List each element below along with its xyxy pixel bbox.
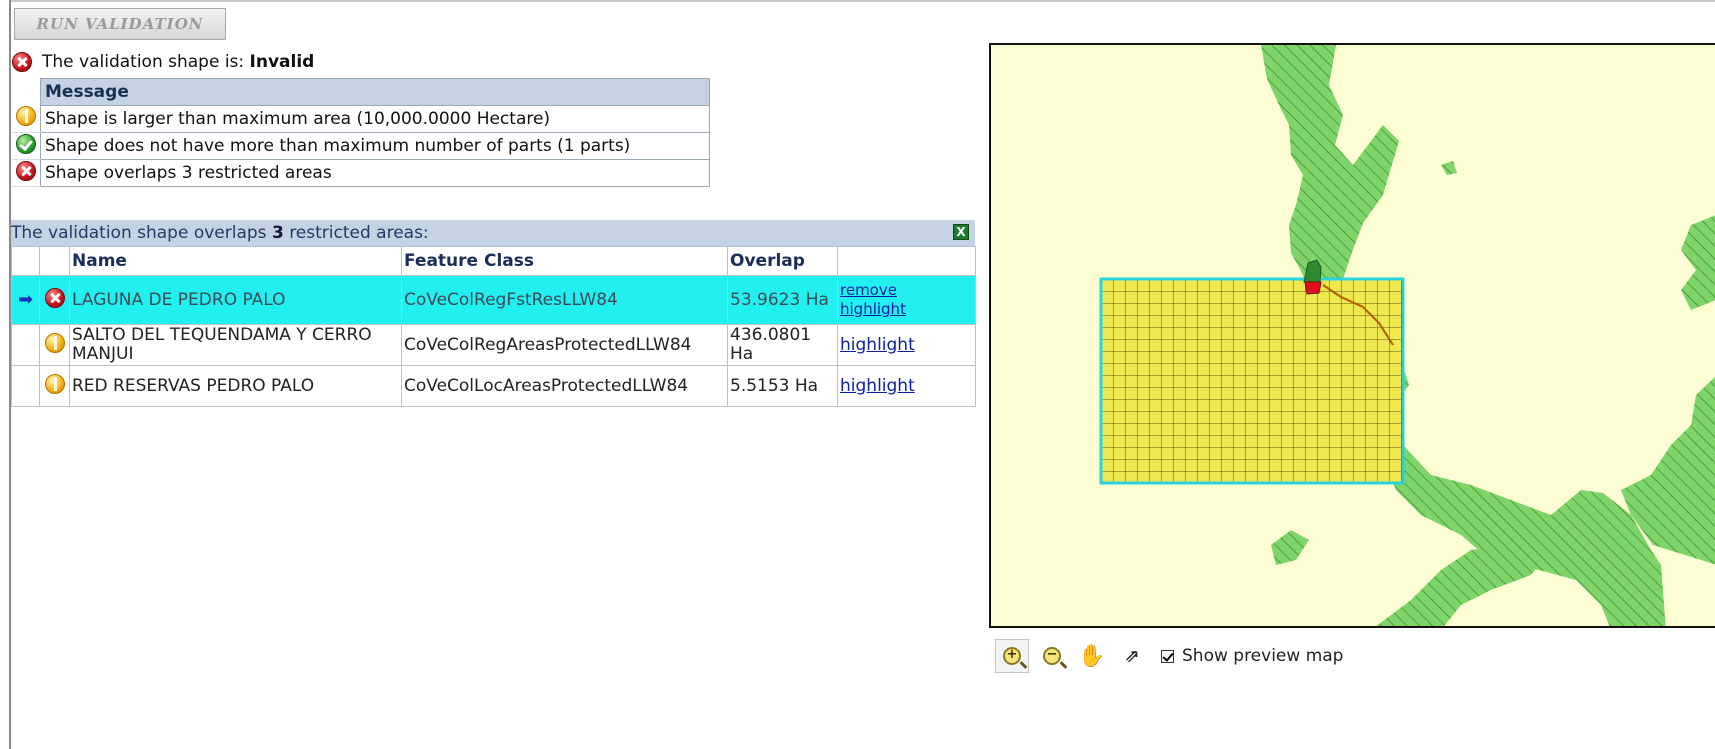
error-icon bbox=[16, 160, 36, 181]
land-area bbox=[1441, 161, 1457, 175]
status-prefix: The validation shape is: bbox=[42, 52, 245, 72]
highlight-link[interactable]: highlight bbox=[840, 376, 973, 396]
message-text: Shape does not have more than maximum nu… bbox=[40, 132, 710, 160]
show-preview-label: Show preview map bbox=[1182, 646, 1344, 666]
error-icon bbox=[12, 52, 32, 72]
excel-export-icon[interactable]: X bbox=[953, 224, 969, 240]
overlaps-header-prefix: The validation shape overlaps bbox=[11, 223, 267, 243]
feature-class: CoVeColRegAreasProtectedLLW84 bbox=[401, 324, 728, 366]
show-preview-map-toggle[interactable]: Show preview map bbox=[1161, 646, 1343, 666]
highlight-link[interactable]: highlight bbox=[840, 335, 973, 355]
land-area bbox=[1376, 545, 1546, 626]
zoom-in-icon: + bbox=[1003, 647, 1021, 665]
panel-top-border bbox=[9, 0, 1715, 2]
zoom-out-button[interactable]: − bbox=[1035, 639, 1069, 673]
table-row[interactable]: RED RESERVAS PEDRO PALO CoVeColLocAreasP… bbox=[11, 365, 976, 407]
show-preview-checkbox[interactable] bbox=[1161, 649, 1174, 663]
pan-hand-icon: ✋ bbox=[1078, 643, 1106, 669]
map-toolbar: + − ✋ ⇗ Show preview map bbox=[995, 637, 1343, 675]
table-row[interactable]: SALTO DEL TEQUENDAMA Y CERRO MANJUI CoVe… bbox=[11, 324, 976, 366]
warning-icon bbox=[44, 373, 65, 394]
pan-button[interactable]: ✋ bbox=[1075, 639, 1109, 673]
popout-button[interactable]: ⇗ bbox=[1115, 639, 1149, 673]
overlaps-header-row: Name Feature Class Overlap bbox=[11, 246, 976, 276]
overlaps-count: 3 bbox=[271, 223, 284, 243]
selected-row-arrow-icon: ➡ bbox=[17, 289, 34, 310]
map-canvas bbox=[1099, 45, 1715, 626]
area-name: SALTO DEL TEQUENDAMA Y CERRO MANJUI bbox=[69, 324, 402, 366]
message-table: Message Shape is larger than maximum are… bbox=[12, 78, 710, 187]
feature-class: CoVeColLocAreasProtectedLLW84 bbox=[401, 365, 728, 407]
success-icon bbox=[16, 133, 36, 154]
message-column-header: Message bbox=[40, 78, 710, 106]
message-text: Shape is larger than maximum area (10,00… bbox=[40, 105, 710, 133]
status-value: Invalid bbox=[249, 52, 315, 72]
area-name: RED RESERVAS PEDRO PALO bbox=[69, 365, 402, 407]
overlaps-header-suffix: restricted areas: bbox=[289, 223, 429, 243]
zoom-in-button[interactable]: + bbox=[995, 639, 1029, 673]
message-text: Shape overlaps 3 restricted areas bbox=[40, 159, 710, 187]
column-header-overlap[interactable]: Overlap bbox=[727, 246, 838, 276]
overlap-highlight-red bbox=[1304, 281, 1322, 295]
validation-shape bbox=[1099, 277, 1405, 485]
overlap-value: 5.5153 Ha bbox=[727, 365, 838, 407]
message-row: Shape does not have more than maximum nu… bbox=[12, 132, 710, 160]
run-validation-button[interactable]: RUN VALIDATION bbox=[14, 8, 226, 40]
remove-highlight-link[interactable]: remove bbox=[840, 281, 973, 300]
preview-map[interactable] bbox=[989, 43, 1715, 628]
land-area bbox=[1681, 215, 1715, 310]
column-header-feature-class[interactable]: Feature Class bbox=[401, 246, 728, 276]
feature-class: CoVeColRegFstResLLW84 bbox=[401, 275, 728, 325]
warning-icon bbox=[16, 106, 36, 127]
overlap-value: 436.0801 Ha bbox=[727, 324, 838, 366]
overlap-value: 53.9623 Ha bbox=[727, 275, 838, 325]
warning-icon bbox=[44, 332, 65, 353]
message-row: Shape overlaps 3 restricted areas bbox=[12, 159, 710, 187]
column-header-name[interactable]: Name bbox=[69, 246, 402, 276]
land-area bbox=[1271, 530, 1309, 565]
error-icon bbox=[44, 287, 65, 308]
table-row[interactable]: ➡ LAGUNA DE PEDRO PALO CoVeColRegFstResL… bbox=[11, 275, 976, 325]
remove-highlight-link-2[interactable]: highlight bbox=[840, 300, 973, 319]
validation-status: The validation shape is: Invalid bbox=[12, 50, 314, 74]
zoom-out-icon: − bbox=[1043, 647, 1061, 665]
popout-icon: ⇗ bbox=[1124, 645, 1140, 667]
area-name: LAGUNA DE PEDRO PALO bbox=[69, 275, 402, 325]
overlaps-table: Name Feature Class Overlap ➡ LAGUNA DE P… bbox=[11, 246, 976, 407]
overlaps-header: The validation shape overlaps 3 restrict… bbox=[11, 220, 975, 246]
status-text: The validation shape is: Invalid bbox=[42, 52, 314, 72]
message-row: Shape is larger than maximum area (10,00… bbox=[12, 105, 710, 133]
